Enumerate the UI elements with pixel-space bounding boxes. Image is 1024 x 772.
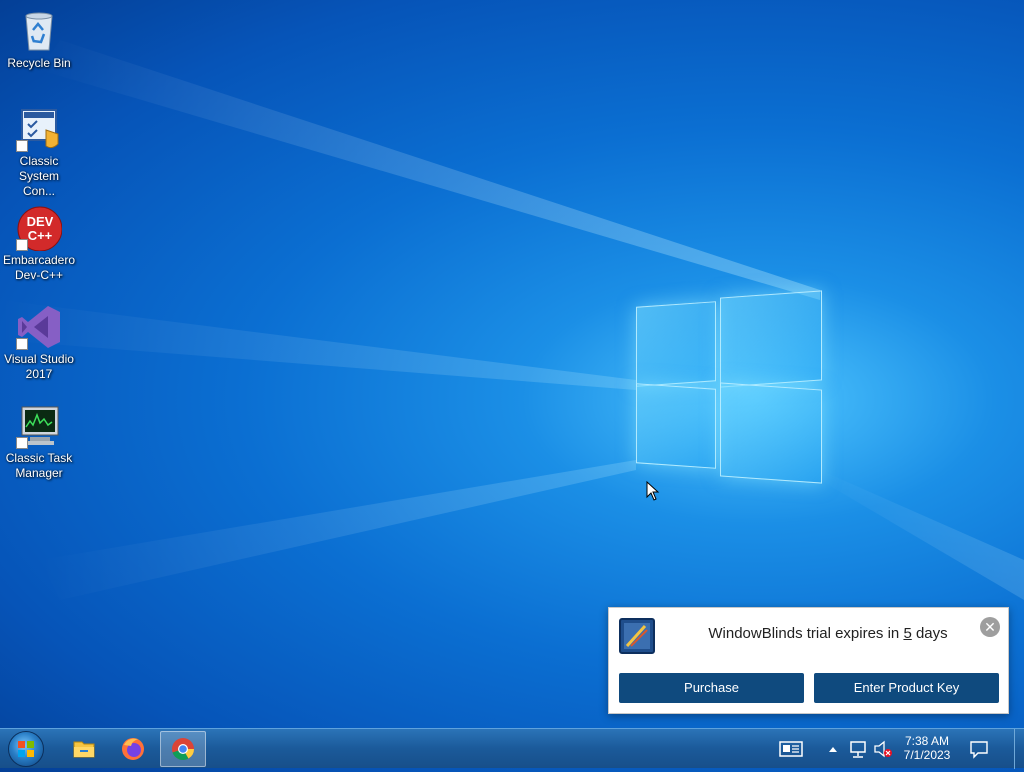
- desktop-icon-classic-system-control[interactable]: Classic System Con...: [0, 106, 78, 199]
- desktop-icon-label: Classic System Con...: [18, 154, 59, 198]
- trial-days-count: 5: [903, 625, 912, 642]
- desktop-icon-recycle-bin[interactable]: Recycle Bin: [0, 8, 78, 71]
- shortcut-arrow-icon: [16, 239, 28, 251]
- clock-time: 7:38 AM: [904, 734, 950, 748]
- start-button[interactable]: [8, 731, 44, 767]
- purchase-button[interactable]: Purchase: [619, 673, 804, 703]
- windowblinds-app-icon: [619, 618, 655, 654]
- dev-cpp-icon: DEV C++: [16, 205, 63, 252]
- desktop-icon-dev-cpp[interactable]: DEV C++ Embarcadero Dev-C++: [0, 205, 78, 283]
- windows-logo: [636, 290, 822, 484]
- shortcut-arrow-icon: [16, 140, 28, 152]
- mouse-cursor-icon: [646, 481, 660, 501]
- desktop-icon-label: Classic Task Manager: [5, 451, 73, 480]
- show-desktop-button[interactable]: [1014, 729, 1024, 769]
- file-explorer-icon[interactable]: [63, 731, 105, 767]
- show-hidden-icon[interactable]: [826, 738, 840, 760]
- desktop-icon-classic-task-manager[interactable]: Classic Task Manager: [0, 403, 78, 481]
- clock-date: 7/1/2023: [903, 748, 951, 762]
- task-manager-icon: [16, 403, 62, 449]
- shortcut-arrow-icon: [16, 338, 28, 350]
- network-icon[interactable]: [848, 738, 868, 760]
- desktop-icon-label: Embarcadero Dev-C++: [2, 253, 76, 282]
- visual-studio-icon: [16, 304, 62, 350]
- taskbar-clock[interactable]: 7:38 AM 7/1/2023: [898, 734, 956, 762]
- shortcut-arrow-icon: [16, 437, 28, 449]
- enter-product-key-button[interactable]: Enter Product Key: [814, 673, 999, 703]
- taskbar: 7:38 AM 7/1/2023: [0, 728, 1024, 769]
- action-center-icon[interactable]: [968, 738, 990, 760]
- volume-muted-icon[interactable]: [872, 738, 894, 760]
- notification-message: WindowBlinds trial expires in 5 days: [708, 625, 948, 642]
- close-icon[interactable]: ✕: [980, 617, 1000, 637]
- chrome-icon[interactable]: [160, 731, 206, 767]
- desktop-icon-visual-studio[interactable]: Visual Studio 2017: [0, 304, 78, 382]
- svg-text:DEV: DEV: [27, 214, 54, 229]
- desktop-icon-label: Visual Studio 2017: [4, 352, 74, 381]
- news-icon[interactable]: [778, 738, 804, 760]
- control-panel-icon: [16, 106, 62, 152]
- svg-text:C++: C++: [28, 228, 53, 243]
- recycle-bin-icon: [16, 8, 62, 54]
- windowblinds-trial-notification: WindowBlinds trial expires in 5 days ✕ P…: [608, 607, 1009, 714]
- desktop-icon-label: Recycle Bin: [7, 56, 71, 70]
- firefox-icon[interactable]: [112, 731, 154, 767]
